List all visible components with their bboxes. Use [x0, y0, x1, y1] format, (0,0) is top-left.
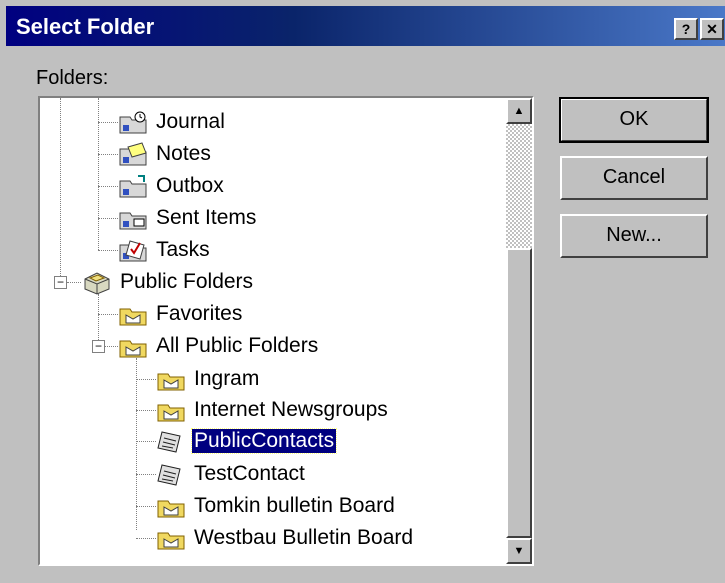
- tree-line: [60, 98, 61, 280]
- tree-item-label: Tasks: [156, 238, 210, 261]
- tasks-folder-icon: [119, 240, 147, 262]
- tree-item-label: Notes: [156, 142, 211, 165]
- title-bar: Select Folder ? ✕: [6, 6, 725, 46]
- tree-item-all-public-folders[interactable]: All Public Folders: [118, 331, 320, 361]
- folder-tree[interactable]: − − Journal Notes Outbox Sent Items Task…: [38, 96, 534, 566]
- tree-item-label: Journal: [156, 110, 225, 133]
- favorites-folder-icon: [119, 308, 147, 326]
- sent-items-folder-icon: [119, 212, 147, 230]
- tree-item-label: All Public Folders: [156, 334, 319, 357]
- help-button[interactable]: ?: [674, 18, 698, 40]
- tree-line: [136, 474, 156, 475]
- new-folder-button[interactable]: New...: [560, 214, 708, 258]
- tree-line: [136, 506, 156, 507]
- all-public-folders-icon: [119, 340, 147, 358]
- tree-item-internet-newsgroups[interactable]: Internet Newsgroups: [156, 395, 390, 425]
- tree-line: [98, 154, 118, 155]
- tree-item-favorites[interactable]: Favorites: [118, 299, 244, 329]
- scroll-up-button[interactable]: ▲: [506, 98, 532, 124]
- select-folder-dialog: Select Folder ? ✕ Folders: − − Journal N…: [0, 0, 725, 583]
- tree-line: [136, 358, 137, 530]
- notes-folder-icon: [119, 142, 147, 166]
- tree-item-label: Westbau Bulletin Board: [194, 526, 414, 549]
- tree-line: [67, 282, 81, 283]
- tree-item-label: Sent Items: [156, 206, 257, 229]
- folder-tree-content: − − Journal Notes Outbox Sent Items Task…: [40, 98, 506, 564]
- close-button[interactable]: ✕: [700, 18, 724, 40]
- tree-line: [136, 410, 156, 411]
- tree-line: [98, 186, 118, 187]
- tree-item-label: Ingram: [194, 367, 260, 390]
- tree-line: [136, 441, 156, 442]
- tree-item-ingram[interactable]: Ingram: [156, 364, 261, 394]
- journal-folder-icon: [119, 111, 147, 134]
- tree-line: [98, 98, 99, 250]
- tree-item-tomkin-bulletin-board[interactable]: Tomkin bulletin Board: [156, 491, 397, 521]
- tree-item-label: Outbox: [156, 174, 224, 197]
- mail-folder-icon: [157, 500, 185, 518]
- tree-line: [136, 379, 156, 380]
- tree-item-tasks[interactable]: Tasks: [118, 235, 212, 265]
- tree-item-label: Internet Newsgroups: [194, 398, 388, 421]
- folders-label: Folders:: [36, 67, 109, 89]
- public-folders-icon: [84, 272, 110, 295]
- window-title: Select Folder: [16, 14, 155, 39]
- outbox-folder-icon: [119, 175, 147, 198]
- contacts-folder-icon: [157, 431, 181, 453]
- tree-item-journal[interactable]: Journal: [118, 107, 227, 137]
- tree-item-public-folders[interactable]: Public Folders: [82, 267, 255, 297]
- tree-item-sent-items[interactable]: Sent Items: [118, 203, 258, 233]
- collapse-all-public-folders-toggle[interactable]: −: [92, 340, 105, 353]
- collapse-public-folders-toggle[interactable]: −: [54, 276, 67, 289]
- mail-folder-icon: [157, 373, 185, 391]
- tree-line: [98, 250, 118, 251]
- ok-button[interactable]: OK: [559, 97, 709, 143]
- tree-item-outbox[interactable]: Outbox: [118, 171, 226, 201]
- mail-folder-icon: [157, 404, 185, 422]
- tree-item-testcontact[interactable]: TestContact: [156, 459, 307, 489]
- tree-line: [136, 538, 156, 539]
- tree-scrollbar[interactable]: ▲ ▼: [506, 98, 532, 564]
- mail-folder-icon: [157, 532, 185, 550]
- scroll-down-button[interactable]: ▼: [506, 538, 532, 564]
- cancel-button[interactable]: Cancel: [560, 156, 708, 200]
- tree-item-publiccontacts[interactable]: PublicContacts: [156, 426, 338, 456]
- tree-item-notes[interactable]: Notes: [118, 139, 213, 169]
- scrollbar-thumb[interactable]: [506, 248, 532, 538]
- tree-item-label: Public Folders: [120, 270, 254, 293]
- tree-item-label: TestContact: [194, 462, 305, 485]
- tree-item-westbau-bulletin-board[interactable]: Westbau Bulletin Board: [156, 523, 415, 553]
- tree-line: [98, 122, 118, 123]
- tree-item-label: PublicContacts: [190, 428, 338, 454]
- tree-item-label: Favorites: [156, 302, 243, 325]
- tree-line: [104, 346, 118, 347]
- tree-line: [98, 218, 118, 219]
- tree-item-label: Tomkin bulletin Board: [194, 494, 395, 517]
- contacts-folder-icon: [157, 464, 181, 486]
- tree-line: [98, 314, 118, 315]
